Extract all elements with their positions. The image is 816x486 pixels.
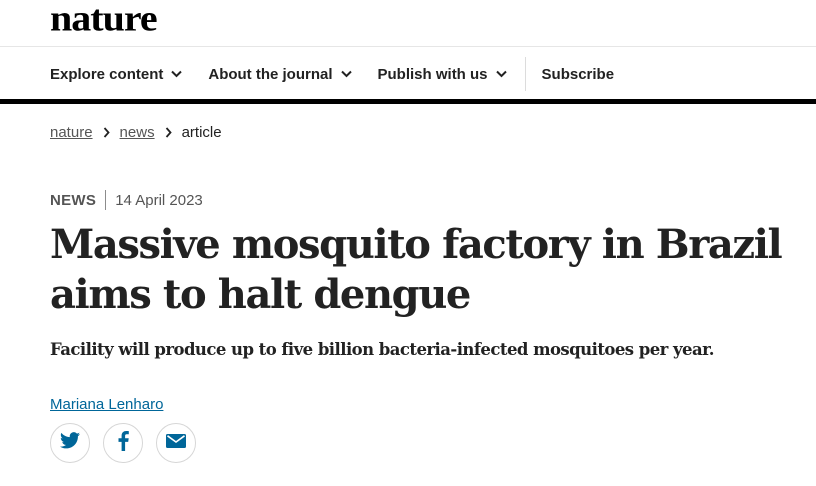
nav-about-the-journal[interactable]: About the journal (208, 65, 352, 83)
article-title: Massive mosquito factory in Brazil aims … (50, 221, 783, 318)
article-type-label: NEWS (50, 191, 97, 209)
chevron-right-icon (165, 127, 172, 138)
author-link[interactable]: Mariana Lenharo (50, 396, 163, 413)
nav-explore-content[interactable]: Explore content (50, 65, 183, 83)
nav-divider (524, 57, 526, 91)
article-meta: NEWS 14 April 2023 (50, 190, 203, 210)
share-buttons (50, 423, 209, 463)
article-date: 14 April 2023 (115, 191, 203, 209)
chevron-right-icon (103, 127, 110, 138)
breadcrumb-current: article (181, 124, 222, 141)
share-email-button[interactable] (156, 423, 196, 463)
facebook-icon (118, 430, 129, 456)
breadcrumb-link-news[interactable]: news (120, 124, 155, 141)
nature-logo[interactable]: nature (50, 0, 158, 37)
subscribe-link[interactable]: Subscribe (542, 66, 615, 83)
email-icon (166, 433, 186, 453)
chevron-down-icon (495, 70, 507, 78)
nav-explore-content-label: Explore content (50, 65, 164, 83)
chevron-down-icon (171, 70, 183, 78)
chevron-down-icon (340, 70, 352, 78)
share-facebook-button[interactable] (103, 423, 143, 463)
breadcrumb-link-nature[interactable]: nature (50, 124, 93, 141)
twitter-icon (60, 432, 80, 454)
nav-publish-with-us-label: Publish with us (377, 65, 488, 83)
share-twitter-button[interactable] (50, 423, 90, 463)
breadcrumb: nature news article (50, 124, 222, 141)
meta-divider (105, 190, 107, 210)
article-standfirst: Facility will produce up to five billion… (50, 340, 715, 359)
header-divider (0, 46, 816, 47)
header-thick-rule (0, 99, 816, 104)
nav-about-the-journal-label: About the journal (208, 65, 333, 83)
nav-publish-with-us[interactable]: Publish with us (378, 66, 507, 83)
main-nav: Explore content About the journal Publis… (50, 56, 614, 92)
